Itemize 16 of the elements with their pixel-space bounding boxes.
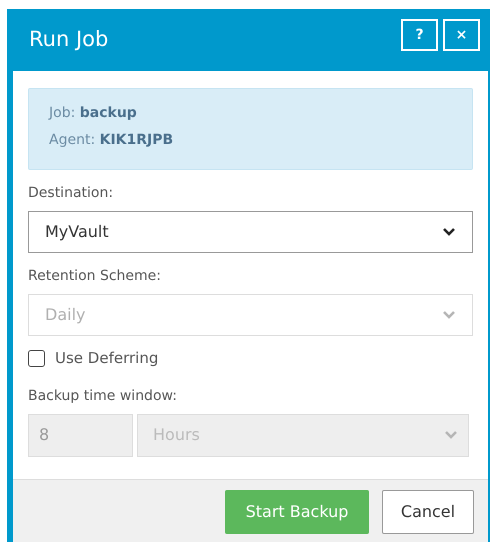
chevron-down-icon — [442, 227, 456, 237]
start-backup-button[interactable]: Start Backup — [225, 490, 369, 534]
chevron-down-icon — [444, 430, 458, 440]
field-label: Retention Scheme: — [28, 267, 162, 286]
cancel-button[interactable]: Cancel — [382, 490, 474, 534]
checkbox[interactable] — [28, 350, 45, 367]
destination-select[interactable]: MyVault — [28, 211, 473, 253]
checkbox-label: Use Deferring — [55, 348, 158, 369]
help-button[interactable]: ? — [401, 19, 438, 51]
chevron-down-icon — [442, 310, 456, 320]
close-button[interactable]: × — [443, 19, 480, 51]
info-line: Job: backup — [49, 104, 138, 123]
window-title: Run Job — [29, 26, 108, 54]
info-line: Agent: KIK1RJPB — [49, 131, 174, 150]
field-label: Destination: — [28, 184, 114, 203]
field-label: Backup time window: — [28, 386, 178, 406]
